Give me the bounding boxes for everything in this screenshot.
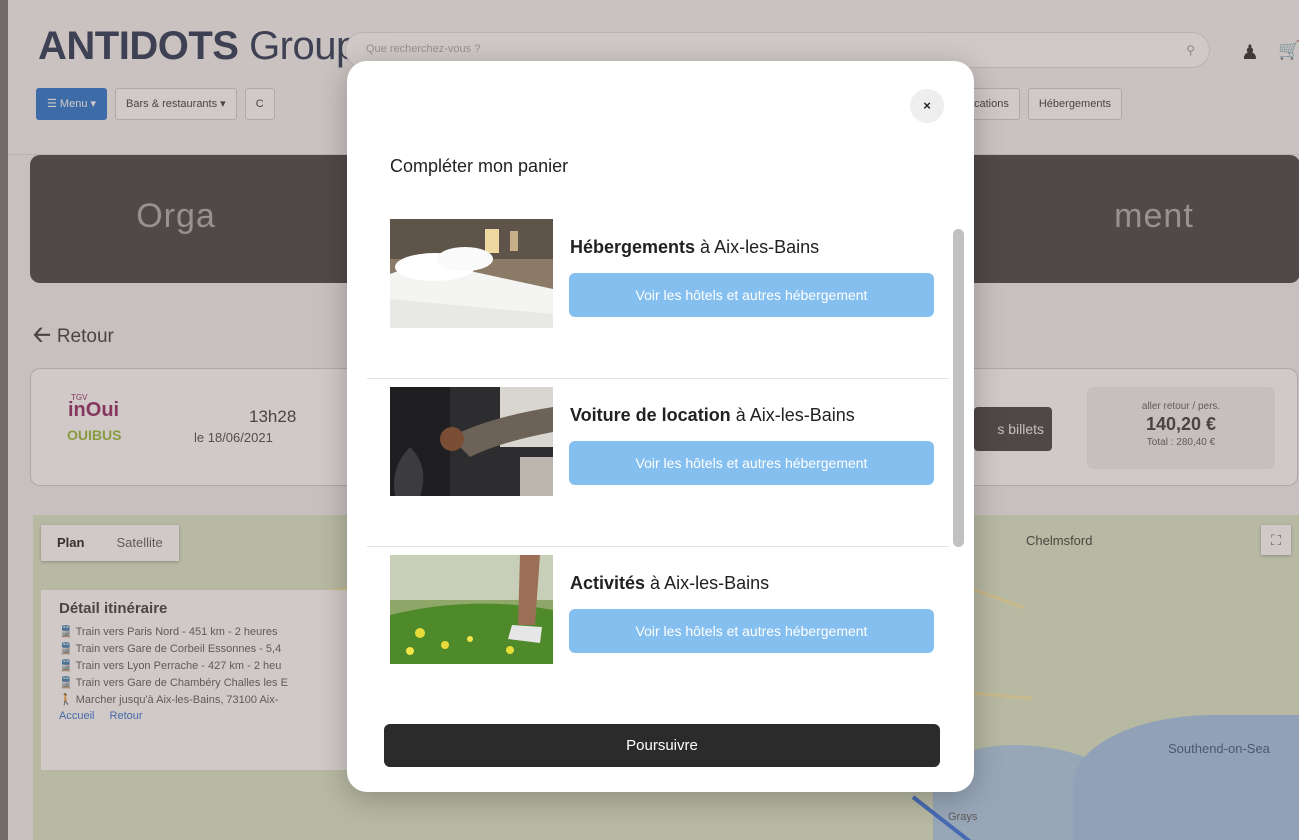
- scrollbar-thumb[interactable]: [953, 229, 964, 547]
- view-hotels-button[interactable]: Voir les hôtels et autres hébergement: [569, 273, 934, 317]
- item-heading-rest: à Aix-les-Bains: [645, 573, 770, 593]
- car-rental-image: [390, 387, 553, 496]
- item-heading-strong: Hébergements: [570, 237, 696, 257]
- item-heading: Hébergements à Aix-les-Bains: [570, 237, 819, 258]
- item-heading: Activités à Aix-les-Bains: [570, 573, 769, 594]
- item-heading-strong: Voiture de location: [570, 405, 731, 425]
- activities-image: [390, 555, 553, 664]
- hotel-bed-image: [390, 219, 553, 328]
- item-heading-rest: à Aix-les-Bains: [730, 405, 855, 425]
- modal-title: Compléter mon panier: [390, 156, 569, 176]
- list-item: Activités à Aix-les-Bains Voir les hôtel…: [367, 547, 949, 715]
- close-button[interactable]: ×: [910, 89, 944, 123]
- complete-cart-modal: × Compléter mon panier Hébergements à Ai…: [347, 61, 974, 792]
- item-heading-rest: à Aix-les-Bains: [695, 237, 820, 257]
- proceed-button[interactable]: Poursuivre: [384, 724, 940, 767]
- suggestion-list: Hébergements à Aix-les-Bains Voir les hô…: [367, 211, 949, 721]
- view-car-rental-button[interactable]: Voir les hôtels et autres hébergement: [569, 441, 934, 485]
- list-item: Voiture de location à Aix-les-Bains Voir…: [367, 379, 949, 547]
- item-heading-strong: Activités: [570, 573, 646, 593]
- list-item: Hébergements à Aix-les-Bains Voir les hô…: [367, 211, 949, 379]
- view-activities-button[interactable]: Voir les hôtels et autres hébergement: [569, 609, 934, 653]
- item-heading: Voiture de location à Aix-les-Bains: [570, 405, 855, 426]
- modal-scrollbar[interactable]: [950, 229, 964, 713]
